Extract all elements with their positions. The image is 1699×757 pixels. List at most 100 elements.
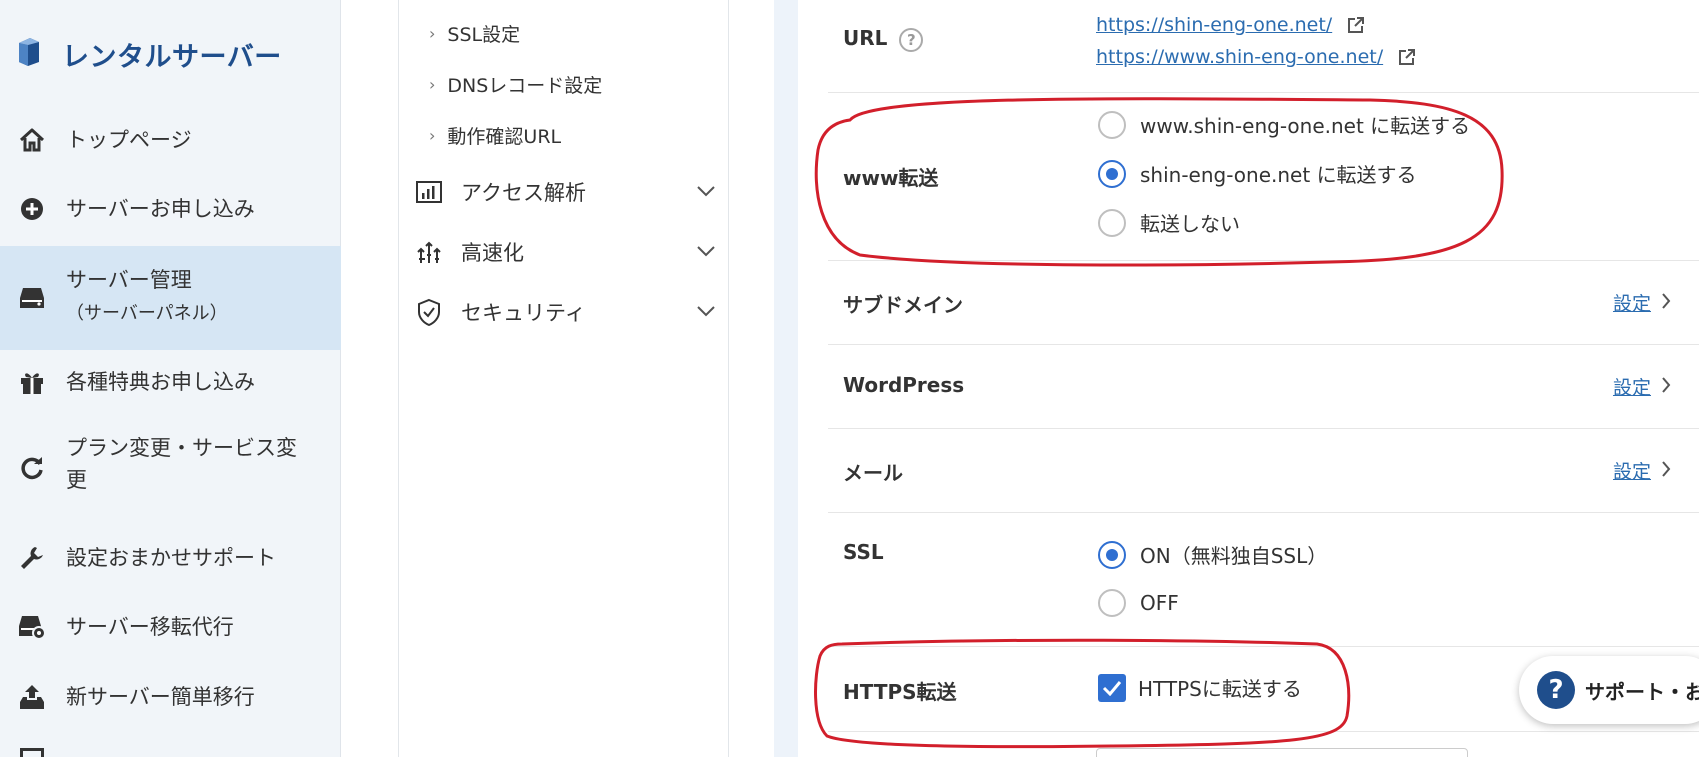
sidebar-item-top[interactable]: トップページ [0, 114, 341, 166]
refresh-icon [18, 454, 46, 482]
url-link-text[interactable]: https://shin-eng-one.net/ [1096, 14, 1332, 36]
sidebar-item-order[interactable]: サーバーお申し込み [0, 183, 341, 235]
main-content: URL? https://shin-eng-one.net/ https://w… [798, 0, 1699, 757]
sidebar-item-label: 新サーバー簡単移行 [66, 685, 255, 709]
chevron-right-icon [1661, 460, 1671, 481]
radio-button[interactable] [1098, 589, 1126, 617]
ssl-option-off[interactable]: OFF [1098, 589, 1179, 617]
sidebar-next-item-icon [20, 748, 44, 757]
sidebar-item-label: トップページ [66, 128, 192, 152]
sidebar-item-server-panel[interactable]: サーバー管理 （サーバーパネル） [0, 246, 341, 350]
subnav-group-label: セキュリティ [461, 301, 586, 325]
radio-label: shin-eng-one.net に転送する [1140, 163, 1417, 187]
subnav-group-speedup[interactable]: 高速化 [415, 232, 715, 272]
ssl-option-on[interactable]: ON（無料独自SSL） [1098, 540, 1327, 569]
chevron-down-icon [697, 182, 715, 201]
support-label: サポート・お [1585, 679, 1699, 704]
url-label-text: URL [843, 26, 888, 50]
url-link-text[interactable]: https://www.shin-eng-one.net/ [1096, 46, 1383, 68]
sidebar-item-label: プラン変更・サービス変 [66, 436, 297, 460]
checkbox-checked[interactable] [1098, 673, 1126, 702]
brand-title: レンタルサーバー [62, 41, 282, 73]
https-transfer-checkbox[interactable]: HTTPSに転送する [1098, 673, 1302, 702]
radio-button[interactable] [1098, 110, 1126, 139]
sidebar-item-migration-service[interactable]: サーバー移転代行 [0, 601, 341, 653]
subnav-link-dns[interactable]: › DNSレコード設定 [429, 71, 602, 98]
home-icon [18, 126, 46, 154]
gift-icon [18, 368, 46, 396]
radio-button-selected[interactable] [1098, 540, 1126, 569]
subdomain-settings-link[interactable]: 設定 [1613, 289, 1671, 316]
chevron-right-icon: › [429, 126, 436, 145]
wrench-icon [18, 544, 46, 572]
sidebar: レンタルサーバー トップページ サーバーお申し込み サーバー管理 （サーバーパネ… [0, 0, 341, 757]
shield-icon [415, 298, 443, 326]
subnav-link-test-url[interactable]: › 動作確認URL [429, 122, 561, 149]
radio-button-selected[interactable] [1098, 159, 1126, 188]
radio-label: 転送しない [1140, 212, 1240, 236]
settings-link-text[interactable]: 設定 [1613, 457, 1651, 484]
sidebar-item-benefits[interactable]: 各種特典お申し込み [0, 356, 341, 408]
www-option-to-bare[interactable]: shin-eng-one.net に転送する [1098, 159, 1417, 188]
radio-label: OFF [1140, 591, 1179, 615]
sidebar-item-setup-support[interactable]: 設定おまかせサポート [0, 532, 341, 584]
chevron-right-icon [1661, 376, 1671, 397]
subnav-group-access-analysis[interactable]: アクセス解析 [415, 172, 715, 212]
wordpress-settings-link[interactable]: 設定 [1613, 373, 1671, 400]
www-option-to-www[interactable]: www.shin-eng-one.net に転送する [1098, 110, 1470, 139]
mail-settings-link[interactable]: 設定 [1613, 457, 1671, 484]
wordpress-row: WordPress 設定 [828, 345, 1699, 429]
sidebar-item-label: サーバーお申し込み [66, 197, 255, 221]
external-link-icon [1347, 16, 1365, 38]
content-gutter [774, 0, 798, 757]
www-transfer-row: www転送 www.shin-eng-one.net に転送する shin-en… [828, 93, 1699, 261]
ssl-row: SSL ON（無料独自SSL） OFF [828, 513, 1699, 647]
radio-label: www.shin-eng-one.net に転送する [1140, 114, 1471, 138]
www-transfer-label: www転送 [843, 166, 939, 190]
subdomain-label: サブドメイン [843, 293, 963, 317]
ssl-label: SSL [843, 540, 884, 564]
upload-server-icon [18, 683, 46, 711]
speed-arrows-icon [415, 238, 443, 266]
subnav-link-label: 動作確認URL [447, 126, 562, 148]
mail-row: メール 設定 [828, 429, 1699, 513]
chevron-down-icon [697, 242, 715, 261]
url-row: URL? https://shin-eng-one.net/ https://w… [828, 0, 1699, 93]
chevron-right-icon [1661, 292, 1671, 313]
help-icon: ? [1537, 671, 1575, 709]
sidebar-item-plan-change[interactable]: プラン変更・サービス変 更 [0, 428, 341, 508]
chevron-right-icon: › [429, 24, 436, 43]
external-link-icon [1398, 48, 1416, 70]
plus-circle-icon [18, 195, 46, 223]
sidebar-item-label: サーバー移転代行 [66, 615, 234, 639]
brand[interactable]: レンタルサーバー [16, 32, 282, 76]
subnav-link-label: SSL設定 [447, 24, 521, 46]
sidebar-item-label: サーバー管理 [66, 268, 192, 292]
support-chat-button[interactable]: ? サポート・お [1519, 656, 1699, 724]
brand-logo-icon [16, 37, 42, 71]
subnav-link-ssl[interactable]: › SSL設定 [429, 20, 520, 47]
sub-navigation: › SSL設定 › DNSレコード設定 › 動作確認URL アクセス解析 高速化… [398, 0, 729, 757]
www-option-none[interactable]: 転送しない [1098, 208, 1240, 237]
sidebar-item-sublabel: （サーバーパネル） [66, 303, 228, 324]
subnav-group-security[interactable]: セキュリティ [415, 292, 715, 332]
server-icon [18, 284, 46, 312]
help-icon[interactable]: ? [899, 27, 924, 52]
server-transfer-icon [18, 613, 46, 641]
url-link-1[interactable]: https://shin-eng-one.net/ [1096, 14, 1365, 38]
sidebar-item-label: 各種特典お申し込み [66, 370, 255, 394]
next-row-input[interactable] [1096, 748, 1468, 757]
subnav-link-label: DNSレコード設定 [447, 75, 603, 97]
wordpress-label: WordPress [843, 373, 965, 397]
checkbox-label: HTTPSに転送する [1138, 677, 1302, 701]
subdomain-row: サブドメイン 設定 [828, 261, 1699, 345]
sidebar-item-easy-migration[interactable]: 新サーバー簡単移行 [0, 671, 341, 723]
chevron-right-icon: › [429, 75, 436, 94]
url-label: URL? [843, 26, 924, 52]
radio-button[interactable] [1098, 208, 1126, 237]
chevron-down-icon [697, 302, 715, 321]
url-link-2[interactable]: https://www.shin-eng-one.net/ [1096, 46, 1416, 70]
settings-link-text[interactable]: 設定 [1613, 289, 1651, 316]
settings-link-text[interactable]: 設定 [1613, 373, 1651, 400]
sidebar-item-label-wrap: 更 [66, 468, 87, 492]
